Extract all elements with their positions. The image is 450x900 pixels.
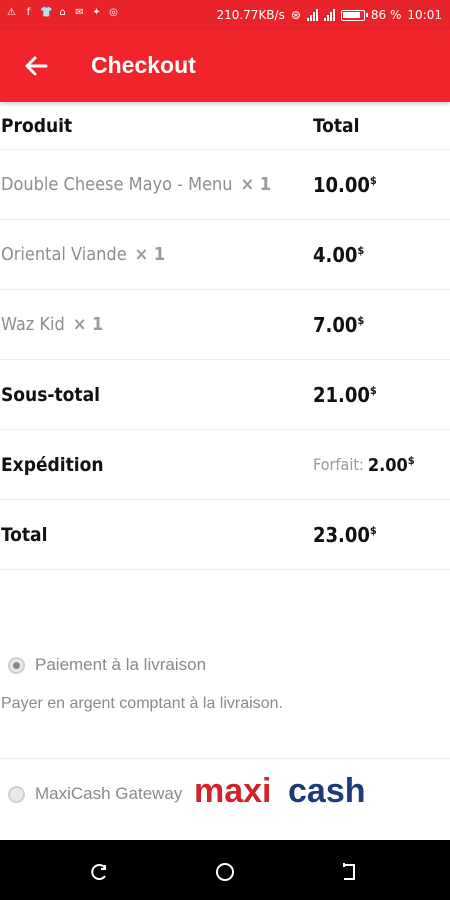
battery-icon — [340, 9, 368, 21]
total-price: 23.00$ — [313, 522, 377, 547]
app-bar: Checkout — [0, 30, 450, 102]
home-icon — [216, 863, 234, 881]
recent-apps-icon — [91, 864, 106, 880]
product-price: 10.00$ — [313, 172, 377, 197]
payment-option-maxicash[interactable]: MaxiCash Gateway maxi cash — [0, 759, 450, 829]
arrow-left-icon — [25, 56, 48, 76]
product-name: Double Cheese Mayo - Menu — [1, 174, 233, 195]
order-table: Produit Total Double Cheese Mayo - Menu … — [0, 102, 450, 570]
warning-icon: ⚠ — [7, 7, 16, 18]
maxicash-radio[interactable] — [8, 785, 25, 803]
twitter-icon: ✦ — [92, 7, 101, 18]
maxicash-label[interactable]: MaxiCash Gateway — [35, 784, 182, 804]
table-row: Oriental Viande × 1 4.00$ — [0, 220, 450, 290]
header-product: Produit — [1, 114, 73, 137]
system-nav-bar — [0, 840, 450, 900]
product-price: 4.00$ — [313, 242, 365, 267]
product-name: Oriental Viande — [1, 244, 127, 265]
home-button[interactable] — [213, 860, 237, 884]
payment-methods: Paiement à la livraison Payer en argent … — [0, 640, 450, 829]
settings-icon: ◎ — [109, 7, 118, 18]
shipping-label: Expédition — [1, 453, 104, 476]
logo-text-maxi: maxi — [194, 772, 272, 810]
product-name: Waz Kid — [1, 314, 65, 335]
hotspot-icon: ⊛ — [290, 8, 301, 22]
product-qty: × 1 — [134, 244, 166, 265]
signal-icon — [306, 9, 318, 21]
signal-icon-2 — [323, 9, 335, 21]
cod-description: Payer en argent comptant à la livraison. — [1, 695, 283, 712]
logo-text-cash: cash — [288, 772, 366, 810]
total-label: Total — [1, 523, 48, 546]
shipping-method: Forfait: — [313, 455, 364, 474]
facebook-icon: f — [26, 7, 31, 18]
subtotal-price: 21.00$ — [313, 382, 377, 407]
system-status: 210.77KB/s ⊛ 86 % 10:01 — [216, 8, 442, 22]
cod-radio[interactable] — [8, 656, 25, 674]
payment-option-cod[interactable]: Paiement à la livraison — [0, 640, 450, 690]
subtotal-label: Sous-total — [1, 383, 100, 406]
subtotal-row: Sous-total 21.00$ — [0, 360, 450, 430]
back-nav-icon — [343, 863, 355, 880]
recent-apps-button[interactable] — [88, 860, 112, 884]
cod-label[interactable]: Paiement à la livraison — [35, 655, 206, 675]
table-row: Waz Kid × 1 7.00$ — [0, 290, 450, 360]
battery-level: 86 % — [370, 8, 402, 22]
product-qty: × 1 — [240, 174, 272, 195]
header-total: Total — [313, 114, 360, 137]
notification-icons: ⚠ f 👕 ⌂ ✉ ✦ ◎ — [6, 7, 119, 18]
back-nav-button[interactable] — [338, 860, 362, 884]
page-title: Checkout — [91, 52, 196, 78]
mail-icon: ✉ — [75, 7, 84, 18]
shirt-icon: 👕 — [40, 7, 53, 18]
back-button[interactable] — [20, 50, 52, 82]
shipping-row: Expédition Forfait: 2.00$ — [0, 430, 450, 500]
table-row: Double Cheese Mayo - Menu × 1 10.00$ — [0, 150, 450, 220]
hanger-icon: ⌂ — [59, 7, 66, 18]
total-row: Total 23.00$ — [0, 500, 450, 570]
product-qty: × 1 — [72, 314, 104, 335]
product-price: 7.00$ — [313, 312, 365, 337]
table-header: Produit Total — [0, 102, 450, 150]
clock: 10:01 — [407, 8, 442, 22]
shipping-price: 2.00$ — [367, 453, 415, 476]
network-speed: 210.77KB/s — [216, 8, 285, 22]
maxicash-logo: maxi cash — [192, 772, 392, 816]
status-bar: ⚠ f 👕 ⌂ ✉ ✦ ◎ 210.77KB/s ⊛ 86 % 10:01 — [0, 0, 450, 30]
